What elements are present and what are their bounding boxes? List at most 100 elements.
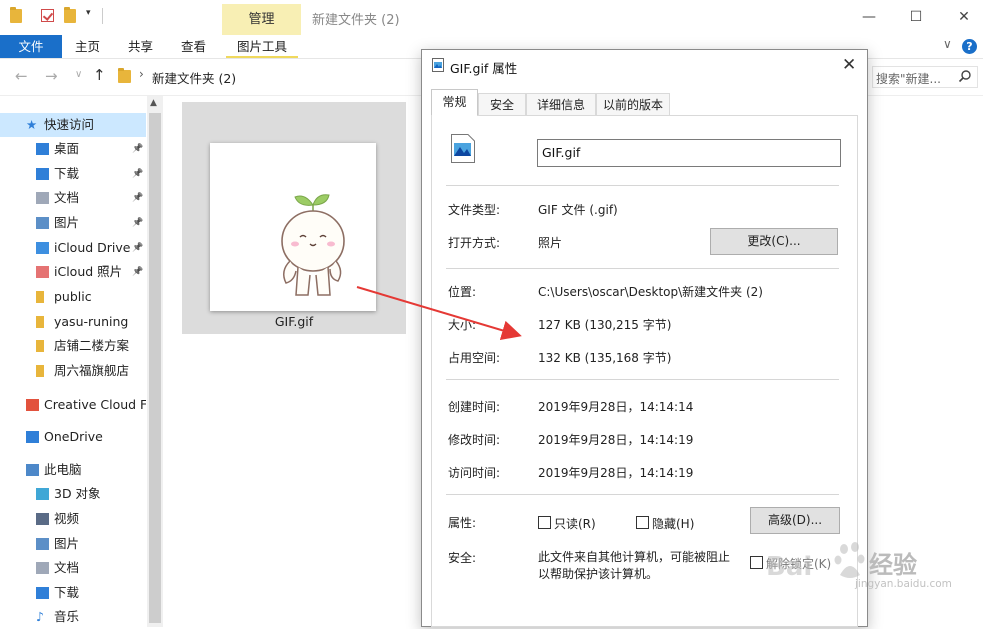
pin-icon[interactable]: 📌 (132, 186, 143, 210)
forward-icon[interactable]: → (45, 67, 58, 85)
up-icon[interactable]: ↑ (93, 66, 106, 84)
file-type-value: GIF 文件 (.gif) (538, 203, 618, 217)
sidebar-item[interactable]: OneDrive (0, 425, 146, 449)
hidden-label[interactable]: 隐藏(H) (652, 515, 694, 532)
sidebar-item[interactable]: 店铺二楼方案 (0, 334, 146, 358)
sidebar-item[interactable]: iCloud Drive 📌 (0, 236, 146, 260)
new-folder-icon[interactable] (64, 7, 76, 23)
modified-label: 修改时间: (448, 433, 501, 447)
opens-with-label: 打开方式: (448, 236, 501, 250)
search-icon[interactable] (958, 69, 972, 83)
scroll-up-icon[interactable]: ▲ (150, 98, 157, 108)
security-text-line-1: 此文件来自其他计算机，可能被阻止 (538, 550, 731, 564)
maximize-button[interactable]: ☐ (896, 4, 936, 30)
tab-general[interactable]: 常规 (431, 89, 478, 116)
sidebar-item[interactable]: 桌面 📌 (0, 137, 146, 161)
tab-share[interactable]: 共享 (128, 35, 153, 58)
this-pc-icon (26, 464, 39, 476)
sidebar-item-label: Creative Cloud F (44, 397, 146, 412)
accessed-value: 2019年9月28日，14:14:19 (538, 466, 694, 480)
created-label: 创建时间: (448, 400, 501, 414)
dialog-title: GIF.gif 属性 (450, 61, 518, 76)
sidebar-item[interactable]: public (0, 285, 146, 309)
created-value: 2019年9月28日，14:14:14 (538, 400, 694, 414)
pin-icon[interactable]: 📌 (132, 211, 143, 235)
tab-view[interactable]: 查看 (181, 35, 206, 58)
sidebar-item[interactable]: 下载 📌 (0, 162, 146, 186)
sidebar-item-label: 音乐 (54, 609, 80, 624)
divider (446, 379, 839, 380)
divider (446, 268, 839, 269)
sidebar-item[interactable]: 此电脑 (0, 458, 146, 482)
tab-home[interactable]: 主页 (75, 35, 100, 58)
size-label: 大小: (448, 318, 477, 332)
readonly-checkbox[interactable] (538, 516, 551, 529)
sidebar-item[interactable]: 图片 📌 (0, 211, 146, 235)
folder-icon (36, 291, 44, 303)
sidebar-item[interactable]: 图片 (0, 532, 146, 556)
size-on-disk-value: 132 KB (135,168 字节) (538, 351, 672, 365)
sidebar-item[interactable]: ♪ 音乐 (0, 605, 146, 629)
file-thumbnail[interactable] (210, 143, 376, 311)
file-name-field[interactable]: GIF.gif (537, 139, 841, 167)
watermark-text: 经验 (869, 551, 917, 579)
modified-value: 2019年9月28日，14:14:19 (538, 433, 694, 447)
divider (446, 185, 839, 186)
tab-file[interactable]: 文件 (0, 35, 62, 58)
sidebar-item-label: 下载 (54, 585, 80, 600)
expand-ribbon-icon[interactable]: ∨ (943, 37, 952, 51)
back-icon[interactable]: ← (15, 67, 28, 85)
sidebar-item[interactable]: ★ 快速访问 (0, 113, 146, 137)
quick-access-dropdown-icon[interactable]: ▾ (86, 8, 91, 18)
sidebar-item[interactable]: yasu-runing (0, 310, 146, 334)
sidebar-item[interactable]: 下载 (0, 581, 146, 605)
tab-picture-tools[interactable]: 图片工具 (226, 35, 298, 58)
help-icon[interactable]: ? (962, 39, 977, 54)
title-bar (0, 0, 983, 35)
close-button[interactable]: ✕ (944, 4, 983, 30)
sidebar-item[interactable]: 视频 (0, 507, 146, 531)
pin-icon[interactable]: 📌 (132, 236, 143, 260)
sidebar-item-label: public (54, 289, 92, 304)
advanced-button[interactable]: 高级(D)... (750, 507, 840, 534)
security-text-line-2: 以帮助保护该计算机。 (538, 567, 659, 581)
address-path[interactable]: 新建文件夹 (2) (152, 68, 236, 87)
security-label: 安全: (448, 551, 477, 565)
location-label: 位置: (448, 285, 477, 299)
sidebar-item-label: 视频 (54, 511, 80, 526)
chevron-right-icon[interactable]: › (139, 67, 144, 81)
sidebar-item-label: yasu-runing (54, 314, 129, 329)
pictures-icon (36, 217, 49, 229)
sidebar-item-label: 文档 (54, 190, 80, 205)
properties-check-icon[interactable] (41, 9, 54, 22)
accessed-label: 访问时间: (448, 466, 501, 480)
sidebar-item[interactable]: 周六福旗舰店 (0, 359, 146, 383)
tab-security[interactable]: 安全 (478, 93, 526, 115)
minimize-button[interactable]: — (849, 4, 889, 30)
hidden-checkbox[interactable] (636, 516, 649, 529)
divider (446, 494, 839, 495)
scrollbar-thumb[interactable] (149, 113, 161, 623)
tab-details[interactable]: 详细信息 (526, 93, 596, 115)
sidebar-item-label: 店铺二楼方案 (54, 338, 130, 353)
pin-icon[interactable]: 📌 (132, 162, 143, 186)
manage-context-tab[interactable]: 管理 (222, 4, 301, 35)
recent-locations-icon[interactable]: ∨ (75, 69, 82, 80)
size-value: 127 KB (130,215 字节) (538, 318, 672, 332)
folder-icon (36, 365, 44, 377)
video-icon (36, 513, 49, 525)
sidebar-item[interactable]: 文档 📌 (0, 186, 146, 210)
image-file-icon (451, 134, 475, 163)
change-button[interactable]: 更改(C)... (710, 228, 838, 255)
sidebar-item[interactable]: Creative Cloud F (0, 393, 146, 417)
readonly-label[interactable]: 只读(R) (554, 515, 596, 532)
sidebar-item[interactable]: 文档 (0, 556, 146, 580)
pin-icon[interactable]: 📌 (132, 137, 143, 161)
pin-icon[interactable]: 📌 (132, 260, 143, 284)
sidebar-item[interactable]: iCloud 照片 📌 (0, 260, 146, 284)
close-icon[interactable]: ✕ (842, 55, 856, 75)
sidebar-item-label: iCloud Drive (54, 240, 131, 255)
file-name-label[interactable]: GIF.gif (182, 314, 406, 329)
sidebar-item[interactable]: 3D 对象 (0, 482, 146, 506)
tab-previous-versions[interactable]: 以前的版本 (596, 93, 670, 115)
